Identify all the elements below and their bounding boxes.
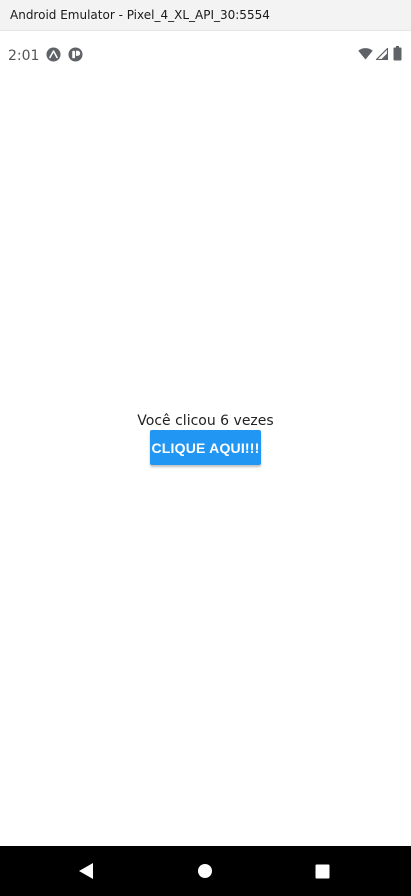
click-counter-text: Você clicou 6 vezes <box>137 413 274 429</box>
wifi-icon <box>358 48 373 60</box>
home-icon <box>198 864 212 878</box>
emulator-title-bar: Android Emulator - Pixel_4_XL_API_30:555… <box>0 0 411 31</box>
cell-signal-icon <box>376 48 388 60</box>
status-bar: 2:01 <box>0 31 411 79</box>
status-time: 2:01 <box>8 48 40 64</box>
recents-icon <box>315 864 329 878</box>
click-here-button[interactable]: CLIQUE AQUI!!! <box>150 430 261 465</box>
app-notification-icon <box>68 47 83 62</box>
android-nav-bar <box>0 846 411 896</box>
home-button[interactable] <box>190 856 220 886</box>
app-content: Você clicou 6 vezes CLIQUE AQUI!!! <box>0 79 411 846</box>
window-title: Android Emulator - Pixel_4_XL_API_30:555… <box>10 8 270 22</box>
recents-button[interactable] <box>307 856 337 886</box>
battery-icon <box>393 46 402 61</box>
back-button[interactable] <box>71 856 101 886</box>
back-icon <box>79 863 93 879</box>
expo-icon <box>46 47 61 62</box>
